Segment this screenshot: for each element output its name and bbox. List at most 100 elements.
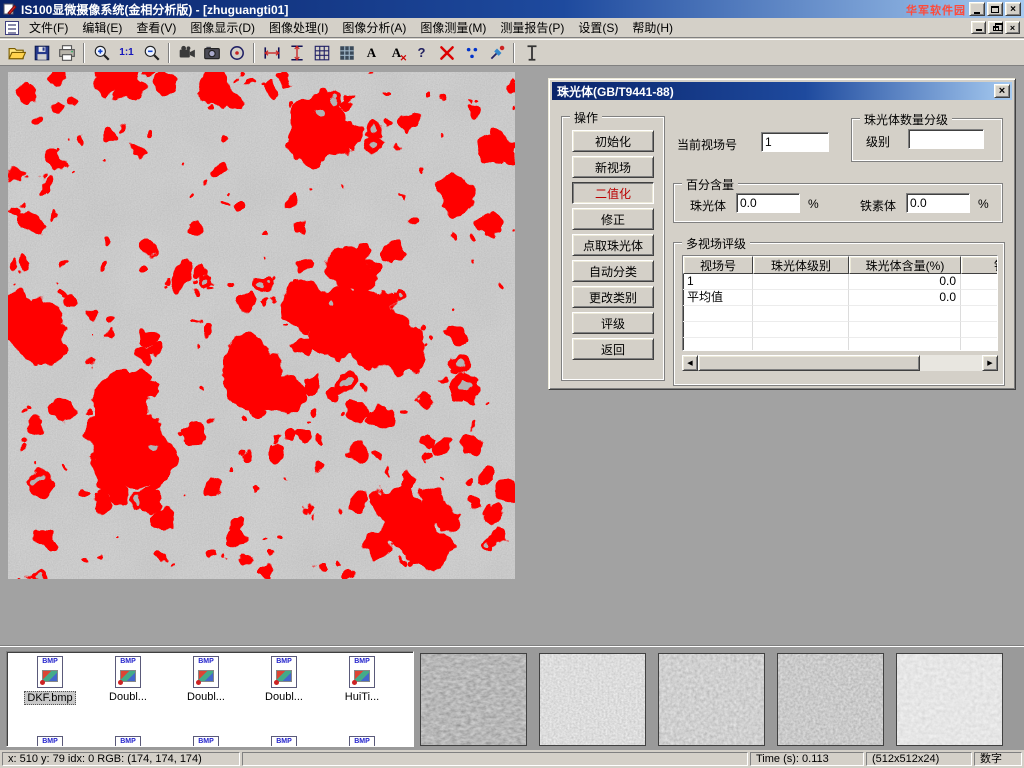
file-name: Doubl... [106, 691, 150, 703]
table-row[interactable]: 1 0.0 [683, 274, 997, 290]
camera-icon[interactable] [199, 41, 224, 65]
pearlite-value-input[interactable] [736, 193, 800, 213]
new-field-button[interactable]: 新视场 [572, 156, 654, 178]
video-camera-icon[interactable] [174, 41, 199, 65]
file-item[interactable]: BMP HuiTi... [323, 656, 401, 705]
table-row[interactable]: 平均值 0.0 [683, 290, 997, 306]
menu-item-image-process[interactable]: 图像处理(I) [262, 17, 335, 38]
menu-item-image-analysis[interactable]: 图像分析(A) [335, 17, 413, 38]
thumbnail-image[interactable] [539, 653, 646, 746]
thumbnail-image[interactable] [777, 653, 884, 746]
binarize-button[interactable]: 二值化 [572, 182, 654, 204]
pick-pearlite-button[interactable]: 点取珠光体 [572, 234, 654, 256]
document-system-icon[interactable] [5, 21, 19, 35]
correct-button[interactable]: 修正 [572, 208, 654, 230]
file-list[interactable]: BMP DKF.bmp BMP Doubl... BMP Doubl... BM… [6, 651, 414, 747]
ferrite-percent-sign: % [978, 197, 989, 211]
delete-annotation-icon[interactable]: A [384, 41, 409, 65]
column-header-field[interactable]: 视场号 [683, 256, 753, 274]
mdi-minimize-button[interactable] [971, 21, 986, 34]
file-item-partial[interactable]: BMP [323, 736, 401, 747]
level-input[interactable] [908, 129, 984, 149]
mdi-restore-button[interactable] [988, 21, 1003, 34]
file-item[interactable]: BMP Doubl... [89, 656, 167, 705]
menu-item-image-measure[interactable]: 图像测量(M) [413, 17, 493, 38]
print-icon[interactable] [54, 41, 79, 65]
column-header-ferrite[interactable]: 铁素 [961, 256, 998, 274]
mode-status: 数字 [974, 752, 1022, 766]
file-item[interactable]: BMP Doubl... [245, 656, 323, 705]
metallographic-image[interactable] [8, 72, 515, 579]
text-annotation-icon[interactable]: A [359, 41, 384, 65]
table-horizontal-scrollbar[interactable]: ◀ ▶ [682, 355, 998, 371]
dialog-title-bar[interactable]: 珠光体(GB/T9441-88) [552, 82, 1012, 100]
workspace: 珠光体(GB/T9441-88) × 操作 初始化 新视场 二值化 修正 点取珠… [0, 66, 1024, 646]
vertical-caliper-icon[interactable] [519, 41, 544, 65]
cell-field: 平均值 [683, 290, 753, 306]
cell-content: 0.0 [849, 274, 961, 290]
dialog-close-button[interactable]: × [994, 84, 1010, 98]
scroll-right-button[interactable]: ▶ [982, 355, 998, 371]
menu-item-settings[interactable]: 设置(S) [571, 17, 625, 38]
scroll-left-button[interactable]: ◀ [682, 355, 698, 371]
file-name: Doubl... [184, 691, 228, 703]
auto-classify-button[interactable]: 自动分类 [572, 260, 654, 282]
file-item-partial[interactable]: BMP [11, 736, 89, 747]
bmp-file-icon: BMP [271, 656, 297, 688]
file-item[interactable]: BMP Doubl... [167, 656, 245, 705]
measure-height-icon[interactable] [284, 41, 309, 65]
menu-item-image-display[interactable]: 图像显示(D) [183, 17, 262, 38]
return-button[interactable]: 返回 [572, 338, 654, 360]
menu-bar: 文件(F) 编辑(E) 查看(V) 图像显示(D) 图像处理(I) 图像分析(A… [0, 18, 1024, 38]
minimize-button[interactable] [969, 2, 985, 16]
file-item-partial[interactable]: BMP [245, 736, 323, 747]
menu-item-view[interactable]: 查看(V) [129, 17, 183, 38]
toolbar-separator [83, 43, 85, 63]
menu-item-help[interactable]: 帮助(H) [625, 17, 680, 38]
capture-target-icon[interactable] [224, 41, 249, 65]
thumbnail-image[interactable] [658, 653, 765, 746]
picker-icon[interactable] [484, 41, 509, 65]
file-item[interactable]: BMP DKF.bmp [11, 656, 89, 705]
measure-width-icon[interactable] [259, 41, 284, 65]
change-category-button[interactable]: 更改类别 [572, 286, 654, 308]
toolbar-separator [168, 43, 170, 63]
maximize-button[interactable] [987, 2, 1003, 16]
thumbnail-strip [420, 651, 1003, 747]
app-icon[interactable] [3, 2, 17, 16]
current-field-input[interactable] [761, 132, 829, 152]
thumbnail-image[interactable] [896, 653, 1003, 746]
column-header-content[interactable]: 珠光体含量(%) [849, 256, 961, 274]
rate-button[interactable]: 评级 [572, 312, 654, 334]
grid-measure-icon[interactable] [309, 41, 334, 65]
grading-group-label: 珠光体数量分级 [860, 111, 952, 128]
file-item-partial[interactable]: BMP [89, 736, 167, 747]
save-icon[interactable] [29, 41, 54, 65]
level-label: 级别 [866, 133, 890, 150]
menu-item-file[interactable]: 文件(F) [22, 17, 75, 38]
area-measure-icon[interactable] [334, 41, 359, 65]
menu-item-measure-report[interactable]: 测量报告(P) [493, 17, 571, 38]
open-icon[interactable] [4, 41, 29, 65]
column-header-level[interactable]: 珠光体级别 [753, 256, 849, 274]
title-bar: IS100显微摄像系统(金相分析版) - [zhuguangti01] 华军软件… [0, 0, 1024, 18]
multi-field-table[interactable]: 视场号 珠光体级别 珠光体含量(%) 铁素 1 0.0 平均值 0 [682, 255, 998, 351]
init-button[interactable]: 初始化 [572, 130, 654, 152]
help-icon[interactable]: ? [409, 41, 434, 65]
close-button[interactable]: × [1005, 2, 1021, 16]
scrollbar-thumb[interactable] [698, 355, 920, 371]
bmp-file-icon: BMP [115, 736, 141, 747]
ferrite-value-input[interactable] [906, 193, 970, 213]
pearlite-dialog: 珠光体(GB/T9441-88) × 操作 初始化 新视场 二值化 修正 点取珠… [548, 78, 1016, 390]
thumbnail-image[interactable] [420, 653, 527, 746]
cut-icon[interactable] [434, 41, 459, 65]
menu-item-edit[interactable]: 编辑(E) [75, 17, 129, 38]
zoom-out-icon[interactable] [139, 41, 164, 65]
mdi-close-button[interactable]: × [1005, 21, 1020, 34]
actual-size-icon[interactable]: 1:1 [114, 41, 139, 65]
file-item-partial[interactable]: BMP [167, 736, 245, 747]
scrollbar-track[interactable] [698, 355, 982, 371]
zoom-in-icon[interactable] [89, 41, 114, 65]
point-count-icon[interactable] [459, 41, 484, 65]
bmp-file-icon: BMP [271, 736, 297, 747]
